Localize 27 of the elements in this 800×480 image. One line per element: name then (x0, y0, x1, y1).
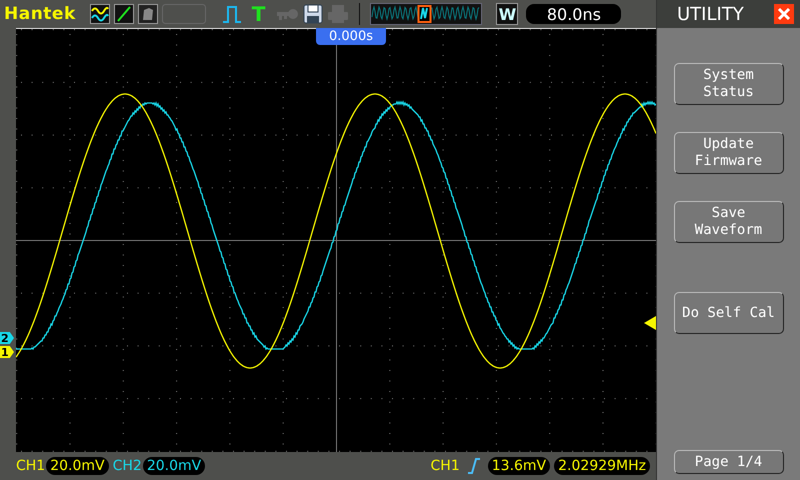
channel-label: CH1 (16, 458, 46, 474)
trigger-type-label: T (252, 2, 266, 26)
trigger-position-marker[interactable]: 0.000s (316, 28, 386, 45)
trigger-source: CH1 (430, 458, 460, 474)
save-icon[interactable] (303, 4, 324, 24)
brand-logo: Hantek (4, 4, 76, 24)
blob-shape-icon[interactable] (138, 4, 158, 24)
channel-marker[interactable]: 2 (0, 332, 14, 344)
menu-button[interactable]: Do Self Cal (674, 292, 784, 334)
menu-button[interactable]: System Status (674, 63, 784, 105)
timebase-readout: 80.0ns (526, 4, 622, 24)
channel-scale: 20.0mV (46, 457, 109, 475)
timebase-mode-key[interactable]: W (496, 3, 518, 25)
channel-marker[interactable]: 1 (0, 346, 14, 358)
trigger-level-readout: 13.6mV (488, 457, 550, 475)
menu-button[interactable]: Update Firmware (674, 132, 784, 174)
page-button[interactable]: Page 1/4 (674, 450, 784, 474)
dual-wave-icon[interactable] (90, 4, 110, 24)
channel-label: CH2 (112, 458, 142, 474)
menu-title: UTILITY (677, 4, 744, 24)
rising-edge-icon (466, 457, 482, 475)
close-button[interactable] (774, 4, 794, 24)
channel-scale: 20.0mV (142, 457, 206, 475)
pulse-icon (222, 4, 242, 24)
menu-button[interactable]: Save Waveform (674, 201, 784, 243)
empty-slot-icon (162, 4, 206, 24)
frequency-readout: 2.02929MHz (554, 457, 650, 475)
